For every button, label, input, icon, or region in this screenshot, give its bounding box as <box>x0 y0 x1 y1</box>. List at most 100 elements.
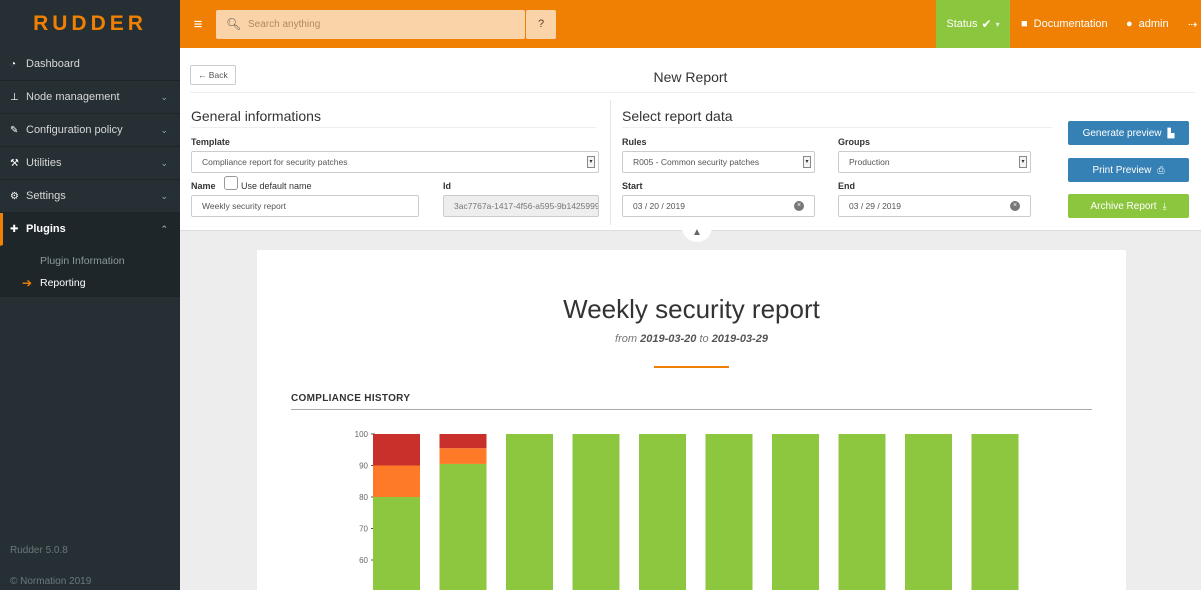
sidebar-item-node-management[interactable]: ⊥ Node management ⌄ <box>0 81 180 114</box>
logout-icon[interactable]: ⇢ <box>1188 0 1197 48</box>
select-arrow-icon: ▾ <box>803 156 811 168</box>
collapse-panel-button[interactable]: ▲ <box>682 222 712 242</box>
end-label: End <box>838 181 855 191</box>
template-label: Template <box>191 137 230 147</box>
bar-segment[interactable] <box>772 434 819 590</box>
general-section-title: General informations <box>191 108 321 124</box>
generate-label: Generate preview <box>1082 127 1162 139</box>
bar-segment[interactable] <box>572 434 620 590</box>
clear-icon[interactable]: × <box>794 201 804 211</box>
user-icon: ● <box>1126 18 1133 30</box>
sidebar-item-label: Configuration policy <box>26 124 123 136</box>
bar-segment[interactable] <box>838 434 886 590</box>
bar-segment[interactable] <box>439 463 487 590</box>
bar-segment[interactable] <box>905 434 952 590</box>
report-preview: Weekly security report from 2019-03-20 t… <box>257 250 1126 590</box>
arrow-right-icon: ➔ <box>22 276 33 290</box>
sitemap-icon: ⊥ <box>10 91 19 103</box>
chevron-up-icon: ⌃ <box>160 223 168 234</box>
subitem-label: Reporting <box>40 277 86 289</box>
search-icon: 🔍︎ <box>226 17 242 31</box>
use-default-name-checkbox[interactable] <box>224 176 238 190</box>
divider <box>190 92 1195 93</box>
bar-segment[interactable] <box>639 434 686 590</box>
bar-segment[interactable] <box>373 434 420 466</box>
pencil-icon: ✎ <box>10 124 19 136</box>
print-label: Print Preview <box>1092 164 1152 176</box>
template-select[interactable]: Compliance report for security patches ▾ <box>191 151 599 173</box>
bar-segment[interactable] <box>439 434 487 449</box>
sidebar-item-dashboard[interactable]: ◔ Dashboard <box>0 48 180 81</box>
status-menu[interactable]: Status ✔ ▾ <box>936 0 1010 48</box>
caret-up-icon: ▲ <box>692 226 702 238</box>
y-tick-label: 60 <box>359 556 368 565</box>
top-bar: RUDDER ≡ 🔍︎ ? Status ✔ ▾ ■ Documentation… <box>0 0 1201 48</box>
sidebar-item-label: Settings <box>26 190 66 202</box>
search-help-icon[interactable]: ? <box>526 9 556 39</box>
divider <box>622 127 1052 128</box>
subitem-label: Plugin Information <box>40 255 125 267</box>
hamburger-menu-icon[interactable]: ≡ <box>180 16 216 33</box>
id-label: Id <box>443 181 451 191</box>
id-field: 3ac7767a-1417-4f56-a595-9b1425999e2 <box>443 195 599 217</box>
archive-report-button[interactable]: Archive Report ⤓ <box>1068 194 1189 218</box>
end-date-input[interactable]: 03 / 29 / 2019 × <box>838 195 1031 217</box>
search-input[interactable] <box>248 18 488 30</box>
bar-segment[interactable] <box>705 434 753 590</box>
chevron-down-icon: ⌄ <box>160 157 168 168</box>
bar-segment[interactable] <box>373 465 420 498</box>
rules-label: Rules <box>622 137 647 147</box>
chevron-down-icon: ⌄ <box>160 91 168 102</box>
id-value: 3ac7767a-1417-4f56-a595-9b1425999e2 <box>454 201 599 211</box>
documentation-link[interactable]: ■ Documentation <box>1021 0 1108 48</box>
print-preview-button[interactable]: Print Preview ⎙ <box>1068 158 1189 182</box>
sidebar-item-plugins[interactable]: ✚ Plugins ⌃ <box>0 213 180 246</box>
bar-segment[interactable] <box>439 448 487 464</box>
sidebar-item-settings[interactable]: ⚙ Settings ⌄ <box>0 180 180 213</box>
wrench-icon: ⚒ <box>10 157 19 169</box>
name-input[interactable]: Weekly security report <box>191 195 419 217</box>
download-icon: ⤓ <box>1162 200 1167 211</box>
bar-segment[interactable] <box>373 497 420 590</box>
vertical-divider <box>610 100 611 225</box>
sidebar-item-utilities[interactable]: ⚒ Utilities ⌄ <box>0 147 180 180</box>
compliance-history-chart: 100 90 80 70 60 <box>355 430 1019 590</box>
sidebar-item-label: Utilities <box>26 157 62 169</box>
book-icon: ■ <box>1021 18 1028 30</box>
divider <box>191 127 596 128</box>
generate-preview-button[interactable]: Generate preview ▙ <box>1068 121 1189 145</box>
puzzle-icon: ✚ <box>10 223 19 235</box>
groups-value: Production <box>849 157 890 167</box>
bar-segment[interactable] <box>506 434 553 590</box>
report-config-panel: ← Back New Report General informations T… <box>180 48 1201 231</box>
status-check-icon: ✔ <box>981 17 992 31</box>
gear-icon: ⚙ <box>10 190 19 202</box>
clear-icon[interactable]: × <box>1010 201 1020 211</box>
archive-label: Archive Report <box>1090 200 1157 212</box>
start-label: Start <box>622 181 643 191</box>
start-date-input[interactable]: 03 / 20 / 2019 × <box>622 195 815 217</box>
select-arrow-icon: ▾ <box>1019 156 1027 168</box>
y-tick-label: 100 <box>355 430 369 439</box>
groups-select[interactable]: Production ▾ <box>838 151 1031 173</box>
sidebar-item-label: Node management <box>26 91 120 103</box>
print-icon: ⎙ <box>1157 164 1165 175</box>
chevron-down-icon: ⌄ <box>160 190 168 201</box>
version-text: Rudder 5.0.8 <box>10 545 68 556</box>
name-label: Name <box>191 181 216 191</box>
rules-select[interactable]: R005 - Common security patches ▾ <box>622 151 815 173</box>
rudder-logo[interactable]: RUDDER <box>0 0 180 48</box>
sidebar-subitem-reporting[interactable]: ➔ Reporting <box>0 272 180 294</box>
sidebar-subitem-plugin-information[interactable]: Plugin Information <box>0 250 180 272</box>
start-value: 03 / 20 / 2019 <box>633 201 685 211</box>
bar-segment[interactable] <box>971 434 1019 590</box>
documentation-label: Documentation <box>1033 18 1108 30</box>
y-tick-label: 90 <box>359 462 368 471</box>
user-menu[interactable]: ● admin <box>1126 0 1169 48</box>
template-value: Compliance report for security patches <box>202 157 348 167</box>
sidebar: ◔ Dashboard ⊥ Node management ⌄ ✎ Config… <box>0 48 180 590</box>
select-section-title: Select report data <box>622 108 733 124</box>
dashboard-icon: ◔ <box>10 58 17 70</box>
sidebar-item-configuration-policy[interactable]: ✎ Configuration policy ⌄ <box>0 114 180 147</box>
bar-chart-icon: ▙ <box>1167 127 1175 138</box>
